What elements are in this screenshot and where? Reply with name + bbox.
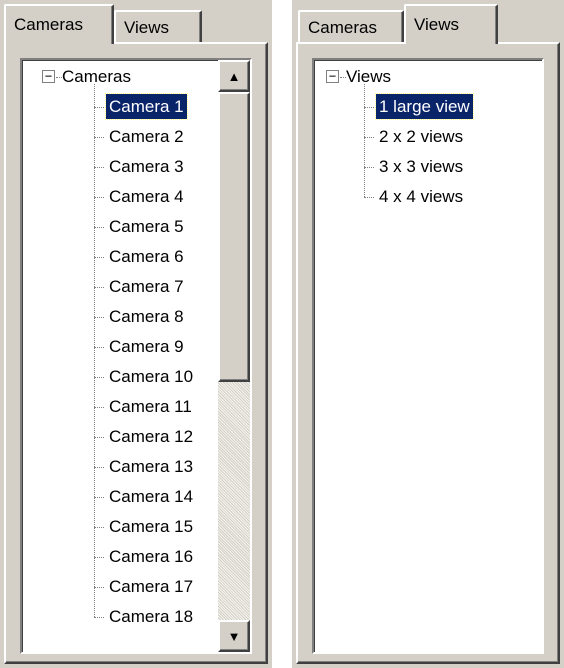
tree-connector [94,557,104,558]
tree-item[interactable]: Camera 14 [106,484,196,509]
tree-connector [364,167,374,168]
tree-item[interactable]: Camera 1 [105,93,188,120]
scrollbar-thumb[interactable] [218,92,250,382]
tree-connector [364,84,365,197]
tree-item[interactable]: Camera 15 [106,514,196,539]
tree-connector [94,227,104,228]
tree-root-label[interactable]: Views [343,64,394,89]
tree-item[interactable]: Camera 4 [106,184,187,209]
tree-item[interactable]: Camera 8 [106,304,187,329]
tree-connector [94,287,104,288]
tab-cameras-label: Cameras [14,15,83,34]
tree-item[interactable]: Camera 3 [106,154,187,179]
tree-item[interactable]: Camera 16 [106,544,196,569]
tree-connector [94,617,104,618]
tree-item[interactable]: Camera 10 [106,364,196,389]
tab-cameras[interactable]: Cameras [4,4,114,44]
tree-connector [364,137,374,138]
tab-page: − Cameras Camera 1 Camera 2 Camera 3 Camera 4… [4,42,268,664]
tree-item[interactable]: 3 x 3 views [376,154,466,179]
tree-connector [94,407,104,408]
tree-item[interactable]: Camera 12 [106,424,196,449]
tree-connector [364,197,374,198]
tree-item[interactable]: 2 x 2 views [376,124,466,149]
tab-cameras[interactable]: Cameras [298,10,404,44]
vertical-scrollbar[interactable]: ▲ ▼ [218,60,250,652]
tree-item[interactable]: 4 x 4 views [376,184,466,209]
tree-connector [94,317,104,318]
tree-connector [94,137,104,138]
tree-item[interactable]: Camera 11 [106,394,195,419]
tree-connector [94,527,104,528]
tree-connector [94,257,104,258]
tree-root-label[interactable]: Cameras [59,64,134,89]
tab-views-label: Views [414,15,460,34]
views-tree[interactable]: − Views 1 large view 2 x 2 views 3 x 3 views… [312,58,544,654]
cameras-panel: Cameras Views − Cameras Camera 1 Camera 2 Ca… [0,0,272,668]
collapse-icon[interactable]: − [326,70,339,83]
tree-connector [364,107,374,108]
views-panel: Cameras Views − Views 1 large view 2 x 2 vi… [292,0,564,668]
tree-connector [94,167,104,168]
tab-views-label: Views [124,18,170,37]
tab-views[interactable]: Views [404,4,498,44]
tab-page: − Views 1 large view 2 x 2 views 3 x 3 views… [296,42,560,664]
arrow-down-icon: ▼ [227,628,241,644]
collapse-icon[interactable]: − [42,70,55,83]
tree-connector [94,347,104,348]
tree-item[interactable]: Camera 6 [106,244,187,269]
tree-connector [94,377,104,378]
tree-connector [94,467,104,468]
tree-item[interactable]: Camera 2 [106,124,187,149]
scroll-up-button[interactable]: ▲ [218,60,250,92]
arrow-up-icon: ▲ [227,68,241,84]
tree-item[interactable]: Camera 13 [106,454,196,479]
tree-connector [94,84,95,617]
tree-item[interactable]: Camera 9 [106,334,187,359]
tree-item[interactable]: Camera 7 [106,274,187,299]
tree-connector [94,107,104,108]
tab-cameras-label: Cameras [308,18,377,37]
tab-views[interactable]: Views [114,10,202,44]
tree-item[interactable]: Camera 5 [106,214,187,239]
tree-connector [94,497,104,498]
panel-divider [272,0,292,668]
tree-item[interactable]: Camera 17 [106,574,196,599]
tree-connector [94,197,104,198]
tree-connector [94,437,104,438]
tree-connector [94,587,104,588]
tree-item[interactable]: Camera 18 [106,604,196,629]
tree-item[interactable]: 1 large view [375,93,474,120]
camera-tree[interactable]: − Cameras Camera 1 Camera 2 Camera 3 Camera 4… [20,58,252,654]
scroll-down-button[interactable]: ▼ [218,620,250,652]
